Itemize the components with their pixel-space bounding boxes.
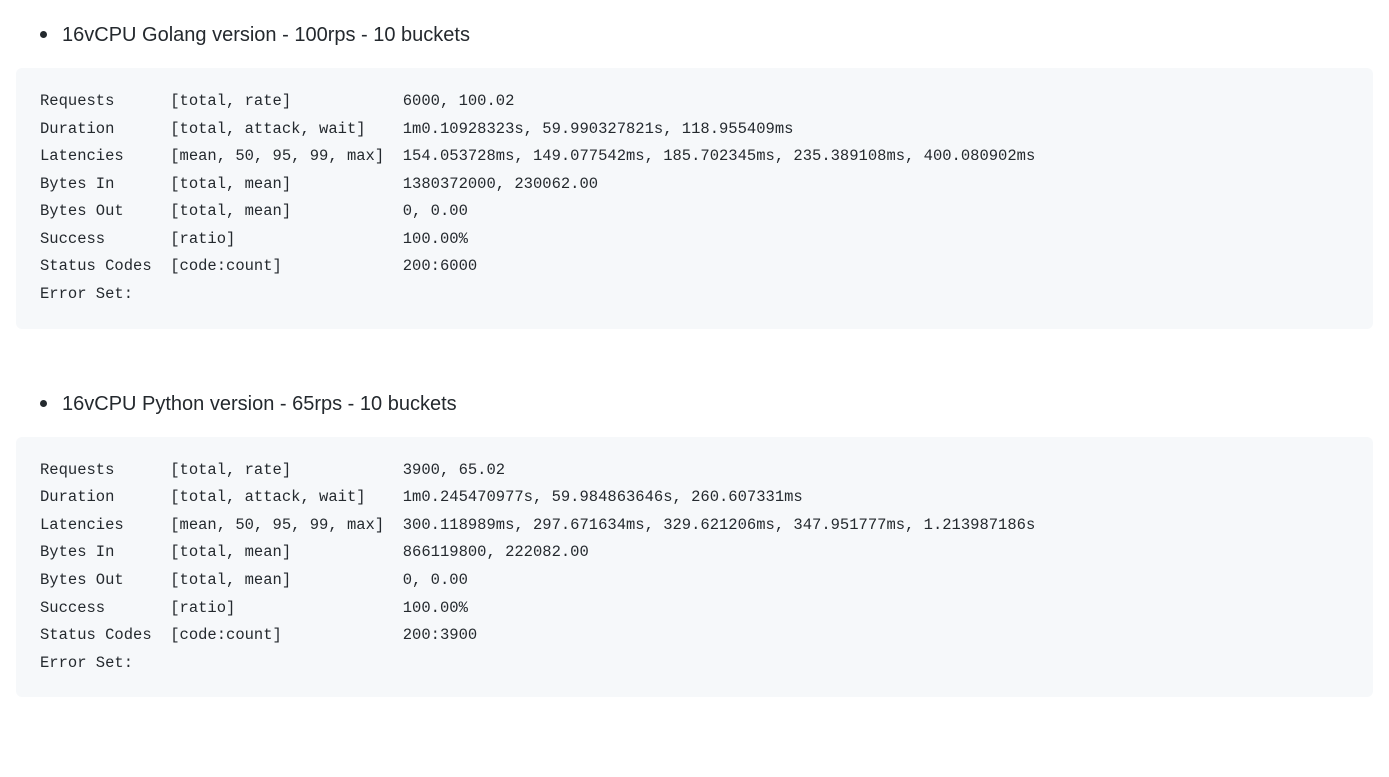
bullet-list: 16vCPU Golang version - 100rps - 10 buck… [40,20,1373,50]
bullet-item: 16vCPU Golang version - 100rps - 10 buck… [40,20,1373,50]
benchmark-section: 16vCPU Golang version - 100rps - 10 buck… [16,20,1373,329]
document-content: 16vCPU Golang version - 100rps - 10 buck… [16,20,1373,697]
bullet-item: 16vCPU Python version - 65rps - 10 bucke… [40,389,1373,419]
bullet-list: 16vCPU Python version - 65rps - 10 bucke… [40,389,1373,419]
benchmark-output: Requests [total, rate] 6000, 100.02 Dura… [16,68,1373,329]
benchmark-section: 16vCPU Python version - 65rps - 10 bucke… [16,389,1373,698]
benchmark-output: Requests [total, rate] 3900, 65.02 Durat… [16,437,1373,698]
